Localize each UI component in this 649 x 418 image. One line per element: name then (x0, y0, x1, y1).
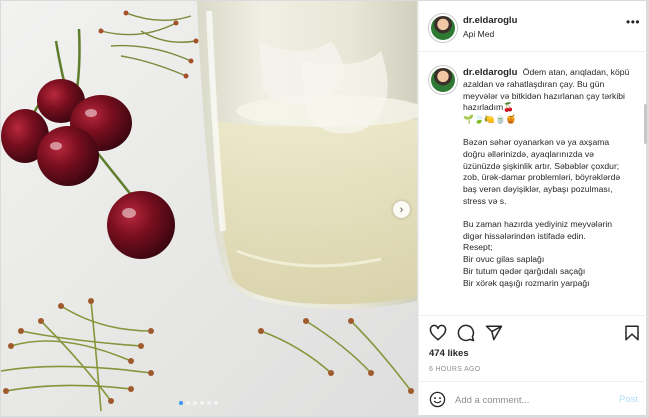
more-horizontal-icon[interactable]: ••• (626, 15, 640, 29)
post-comment-button[interactable]: Post (619, 394, 638, 405)
dried-stems-top (100, 12, 197, 77)
post-location[interactable]: Api Med (463, 29, 494, 39)
share-icon[interactable] (485, 324, 503, 342)
comment-input[interactable] (455, 391, 605, 409)
recipe-title: Resept; (463, 242, 493, 253)
instagram-post-modal: › dr.eldaroglu Api Med ••• dr.eldaroglu … (0, 0, 648, 417)
recipe-item: Bir ovuc gilas saplağı (463, 254, 545, 265)
comment-icon[interactable] (457, 324, 475, 342)
comment-box: Post (419, 381, 648, 418)
carousel-dot (179, 401, 183, 405)
carousel-dot (200, 401, 204, 405)
carousel-dot (193, 401, 197, 405)
post-side-panel: dr.eldaroglu Api Med ••• dr.eldaroglu Öd… (418, 1, 648, 417)
cherries (1, 28, 175, 259)
post-photo[interactable]: › (1, 1, 418, 417)
likes-count[interactable]: 474 likes (429, 348, 469, 359)
photo-artwork (1, 1, 418, 412)
caption-username[interactable]: dr.eldaroglu (463, 67, 517, 78)
heart-icon[interactable] (429, 324, 447, 342)
caption-area: dr.eldaroglu Ödem atan, arıqladan, köpü … (419, 52, 648, 315)
chevron-right-icon: › (399, 203, 404, 216)
post-actions: 474 likes 6 HOURS AGO (419, 315, 648, 390)
caption-emoji-line: 🌱🍃🍋🍵🍯 (463, 114, 517, 125)
caption-avatar[interactable] (429, 66, 457, 94)
recipe-item: Bir tutum qədər qarğıdalı saçağı (463, 265, 586, 276)
caption-paragraph-3: Bu zaman hazırda yediyiniz meyvələrin di… (463, 218, 613, 241)
carousel-indicator (179, 401, 218, 405)
bookmark-icon[interactable] (623, 324, 641, 342)
dried-stems-bottom (1, 300, 412, 412)
carousel-dot (186, 401, 190, 405)
carousel-dot (214, 401, 218, 405)
header-username[interactable]: dr.eldaroglu (463, 15, 517, 26)
emoji-icon[interactable] (429, 391, 446, 408)
carousel-dot (207, 401, 211, 405)
post-header: dr.eldaroglu Api Med ••• (419, 1, 648, 52)
caption-text: dr.eldaroglu Ödem atan, arıqladan, köpü … (463, 67, 633, 290)
caption-paragraph-2: Bəzən səhər oyanarkən və ya axşama doğru… (463, 136, 621, 206)
recipe-item: Bir xörək qaşığı rozmarin yarpağı (463, 277, 590, 288)
post-timestamp[interactable]: 6 HOURS AGO (429, 366, 481, 373)
tea-glass (197, 1, 418, 309)
avatar[interactable] (429, 14, 457, 42)
carousel-next-button[interactable]: › (393, 201, 410, 218)
